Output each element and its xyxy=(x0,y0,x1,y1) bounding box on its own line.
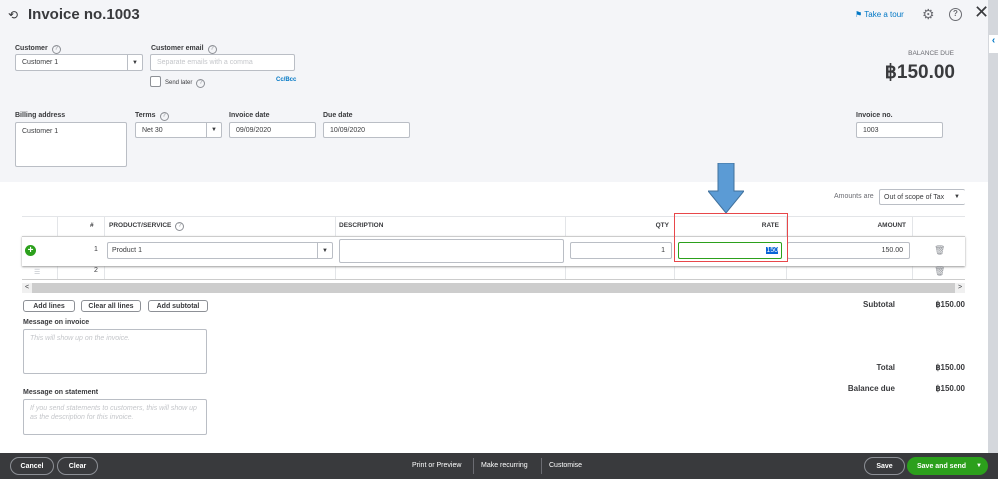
annotation-highlight-box xyxy=(674,213,788,262)
balance-due-label: BALANCE DUE xyxy=(908,50,954,57)
col-header-amount: AMOUNT xyxy=(877,222,906,229)
invoice-no-label: Invoice no. xyxy=(856,112,893,119)
help-icon[interactable]: ? xyxy=(949,8,962,21)
col-header-num: # xyxy=(90,222,94,229)
balance-due-total-label: Balance due xyxy=(847,384,895,393)
billing-label: Billing address xyxy=(15,112,66,119)
drag-handle-icon[interactable]: ☰ xyxy=(34,268,40,276)
amounts-are-select[interactable]: Out of scope of Tax ▼ xyxy=(879,189,965,205)
total-label: Total xyxy=(876,363,895,372)
email-input[interactable]: Separate emails with a comma xyxy=(150,54,295,71)
message-invoice-input[interactable]: This will show up on the invoice. xyxy=(23,329,207,374)
customer-select[interactable]: Customer 1 ▼ xyxy=(15,54,143,71)
col-header-qty: QTY xyxy=(655,222,669,229)
save-and-send-button[interactable]: Save and send ▼ xyxy=(907,457,988,475)
col-header-description: DESCRIPTION xyxy=(339,222,384,229)
message-statement-input[interactable]: If you send statements to customers, thi… xyxy=(23,399,207,435)
customer-label: Customer? xyxy=(15,45,61,54)
chevron-down-icon: ▼ xyxy=(206,123,221,137)
close-icon[interactable]: ✕ xyxy=(974,2,989,23)
total-value: ฿150.00 xyxy=(935,363,965,372)
cc-bcc-link[interactable]: Cc/Bcc xyxy=(276,77,296,83)
terms-label: Terms? xyxy=(135,112,169,121)
due-date-input[interactable]: 10/09/2020 xyxy=(323,122,410,138)
amounts-are-label: Amounts are xyxy=(834,193,874,200)
email-label: Customer email? xyxy=(151,45,217,54)
scroll-right-icon[interactable]: > xyxy=(955,283,965,293)
subtotal-label: Subtotal xyxy=(863,300,895,309)
cancel-button[interactable]: Cancel xyxy=(10,457,54,475)
horizontal-scrollbar[interactable] xyxy=(22,283,965,293)
subtotal-value: ฿150.00 xyxy=(935,300,965,309)
chevron-down-icon: ▼ xyxy=(127,55,142,70)
collapse-panel-button[interactable]: ‹ xyxy=(989,35,998,53)
annotation-arrow-icon xyxy=(708,163,744,213)
balance-due-total-value: ฿150.00 xyxy=(935,384,965,393)
invoice-date-input[interactable]: 09/09/2020 xyxy=(229,122,316,138)
qty-input[interactable]: 1 xyxy=(570,242,672,259)
col-header-product: PRODUCT/SERVICE? xyxy=(109,222,185,231)
gear-icon[interactable]: ⚙ xyxy=(922,6,935,23)
invoice-no-input[interactable]: 1003 xyxy=(856,122,943,138)
row-number: 2 xyxy=(94,267,98,274)
make-recurring-link[interactable]: Make recurring xyxy=(481,462,528,469)
chevron-down-icon: ▼ xyxy=(317,243,332,258)
send-later-checkbox[interactable] xyxy=(150,76,161,87)
history-icon[interactable]: ⟲ xyxy=(8,8,18,22)
add-lines-button[interactable]: Add lines xyxy=(23,300,75,312)
signpost-icon: ⚑ xyxy=(855,10,865,19)
chevron-down-icon: ▼ xyxy=(976,463,982,469)
terms-select[interactable]: Net 30 ▼ xyxy=(135,122,222,138)
due-date-label: Due date xyxy=(323,112,353,119)
take-tour-link[interactable]: ⚑ Take a tour xyxy=(855,10,904,19)
product-select[interactable]: Product 1 ▼ xyxy=(107,242,333,259)
save-button[interactable]: Save xyxy=(864,457,905,475)
page-title: Invoice no.1003 xyxy=(28,6,140,23)
scroll-left-icon[interactable]: < xyxy=(22,283,32,293)
trash-icon[interactable]: 🗑 xyxy=(934,266,945,277)
trash-icon[interactable]: 🗑 xyxy=(934,245,945,256)
scrollbar[interactable] xyxy=(988,0,998,453)
message-statement-label: Message on statement xyxy=(23,389,99,396)
add-subtotal-button[interactable]: Add subtotal xyxy=(148,300,208,312)
billing-address-input[interactable]: Customer 1 xyxy=(15,122,127,167)
balance-due-amount: ฿150.00 xyxy=(884,62,955,83)
message-invoice-label: Message on invoice xyxy=(23,319,90,326)
print-preview-link[interactable]: Print or Preview xyxy=(412,462,461,469)
header-area xyxy=(0,0,988,182)
amount-input[interactable]: 150.00 xyxy=(787,242,910,259)
row-number: 1 xyxy=(94,246,98,253)
send-later-label: Send later? xyxy=(165,79,206,88)
clear-all-lines-button[interactable]: Clear all lines xyxy=(81,300,141,312)
clear-button[interactable]: Clear xyxy=(57,457,98,475)
customise-link[interactable]: Customise xyxy=(549,462,582,469)
add-row-icon[interactable]: + xyxy=(25,245,36,256)
description-input[interactable] xyxy=(339,239,564,263)
invoice-date-label: Invoice date xyxy=(229,112,270,119)
chevron-down-icon: ▼ xyxy=(954,194,960,200)
